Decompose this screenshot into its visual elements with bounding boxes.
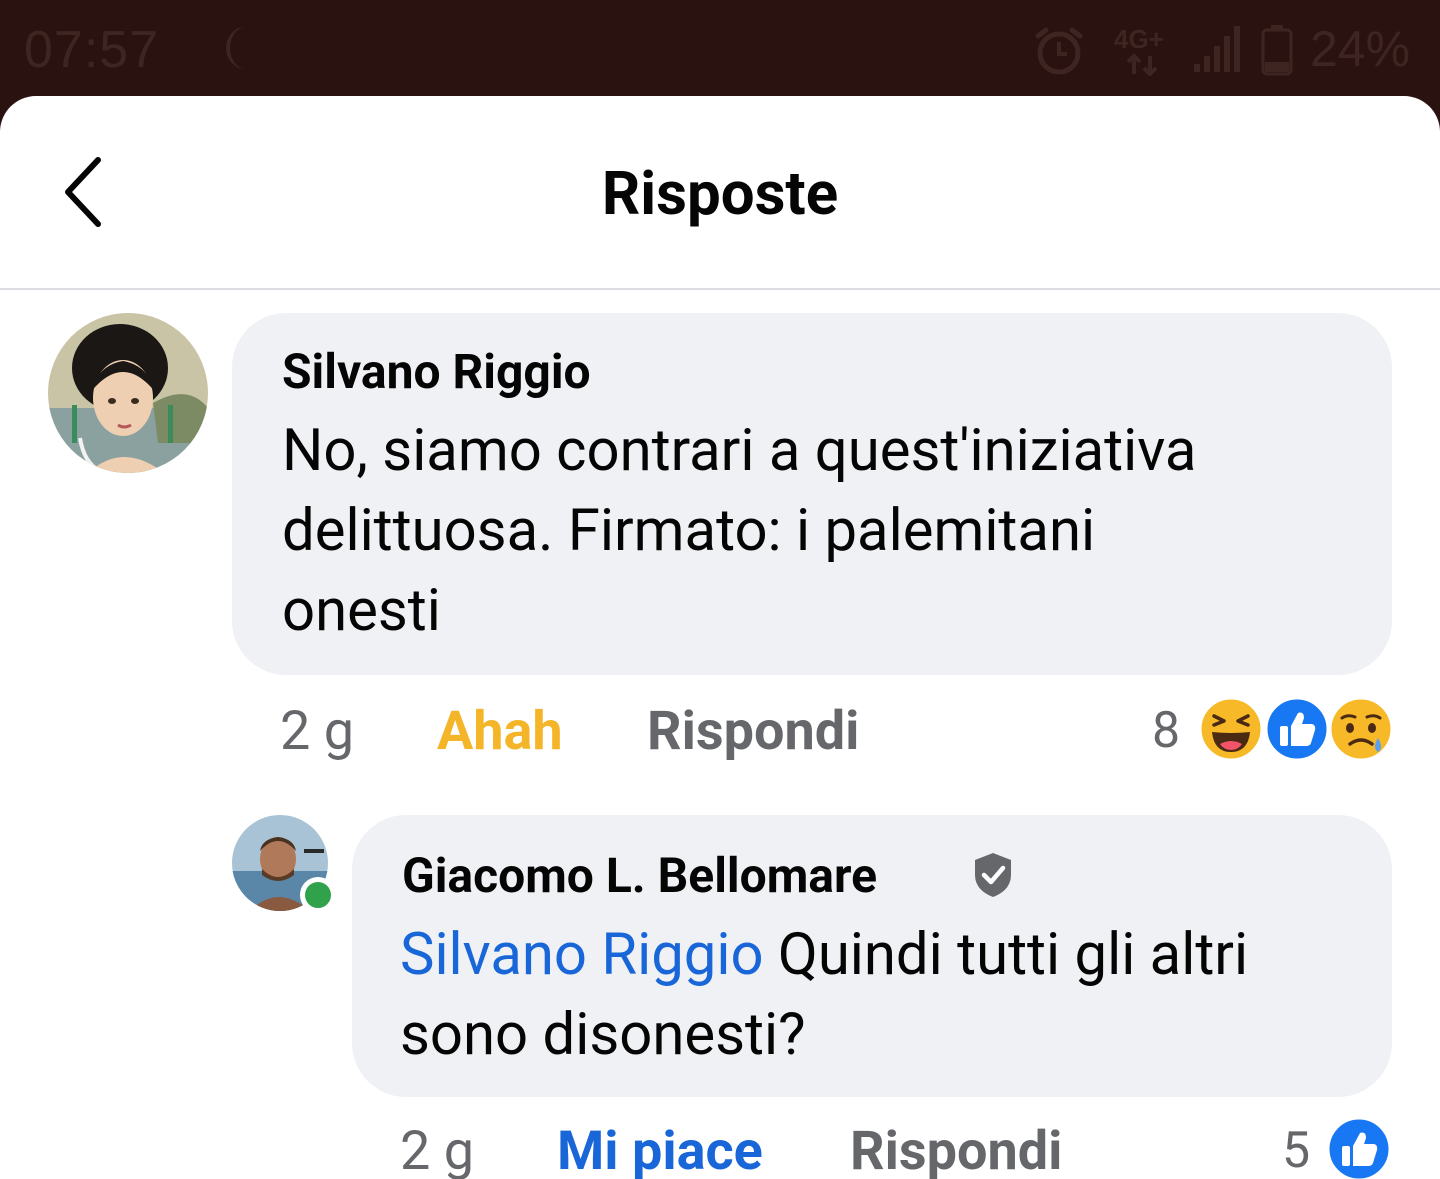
signal-icon [1194, 26, 1240, 72]
status-time: 07:57 [24, 21, 160, 79]
header: Risposte [0, 96, 1440, 290]
comment-author[interactable]: Silvano Riggio [282, 343, 591, 400]
comment-time: 2 g [280, 700, 355, 763]
comment-line-text: Quindi tutti gli altri [763, 921, 1249, 989]
reaction-count[interactable]: 5 [1282, 1122, 1310, 1179]
alarm-icon [1035, 27, 1083, 75]
like-icon[interactable] [1264, 696, 1330, 762]
sad-icon[interactable] [1328, 696, 1394, 762]
comment-line: Silvano Riggio Quindi tutti gli altri [400, 915, 1248, 995]
battery-percent: 24% [1310, 21, 1411, 77]
comment-text: Silvano Riggio Quindi tutti gli altri so… [400, 915, 1248, 1075]
replies-sheet: Risposte Silvano Riggio No, siamo contra… [0, 96, 1440, 1179]
verified-shield-icon [975, 853, 1011, 897]
comment-text: No, siamo contrari a quest'iniziativa de… [282, 411, 1196, 651]
reply-button[interactable]: Rispondi [647, 700, 859, 763]
comment-line: sono disonesti? [400, 1001, 806, 1069]
battery-icon [1261, 25, 1293, 76]
mention-link[interactable]: Silvano Riggio [400, 921, 764, 989]
avatar[interactable] [48, 313, 208, 473]
haha-reaction-button[interactable]: Ahah [437, 700, 563, 763]
comment-line: delittuosa. Firmato: i palemitani [282, 497, 1096, 565]
comment-bubble[interactable]: Silvano Riggio No, siamo contrari a ques… [232, 313, 1392, 675]
reaction-count[interactable]: 8 [1152, 702, 1180, 760]
network-icon: 4G+ [1114, 24, 1164, 76]
online-status-dot [300, 877, 336, 913]
like-reaction-button[interactable]: Mi piace [557, 1120, 763, 1179]
page-title: Risposte [601, 158, 839, 229]
comment-bubble[interactable]: Giacomo L. Bellomare Silvano Riggio Quin… [352, 815, 1392, 1097]
reply-button[interactable]: Rispondi [850, 1120, 1062, 1179]
like-icon[interactable] [1326, 1116, 1392, 1179]
comment-time: 2 g [400, 1120, 475, 1179]
network-label: 4G+ [1114, 24, 1164, 54]
comment-line: onesti [282, 577, 441, 645]
moon-icon [226, 26, 248, 70]
comment-author[interactable]: Giacomo L. Bellomare [402, 847, 877, 904]
haha-icon[interactable] [1198, 696, 1264, 762]
comment-line: No, siamo contrari a quest'iniziativa [282, 417, 1197, 485]
status-bar: 07:57 4G+ 24% [0, 0, 1440, 96]
